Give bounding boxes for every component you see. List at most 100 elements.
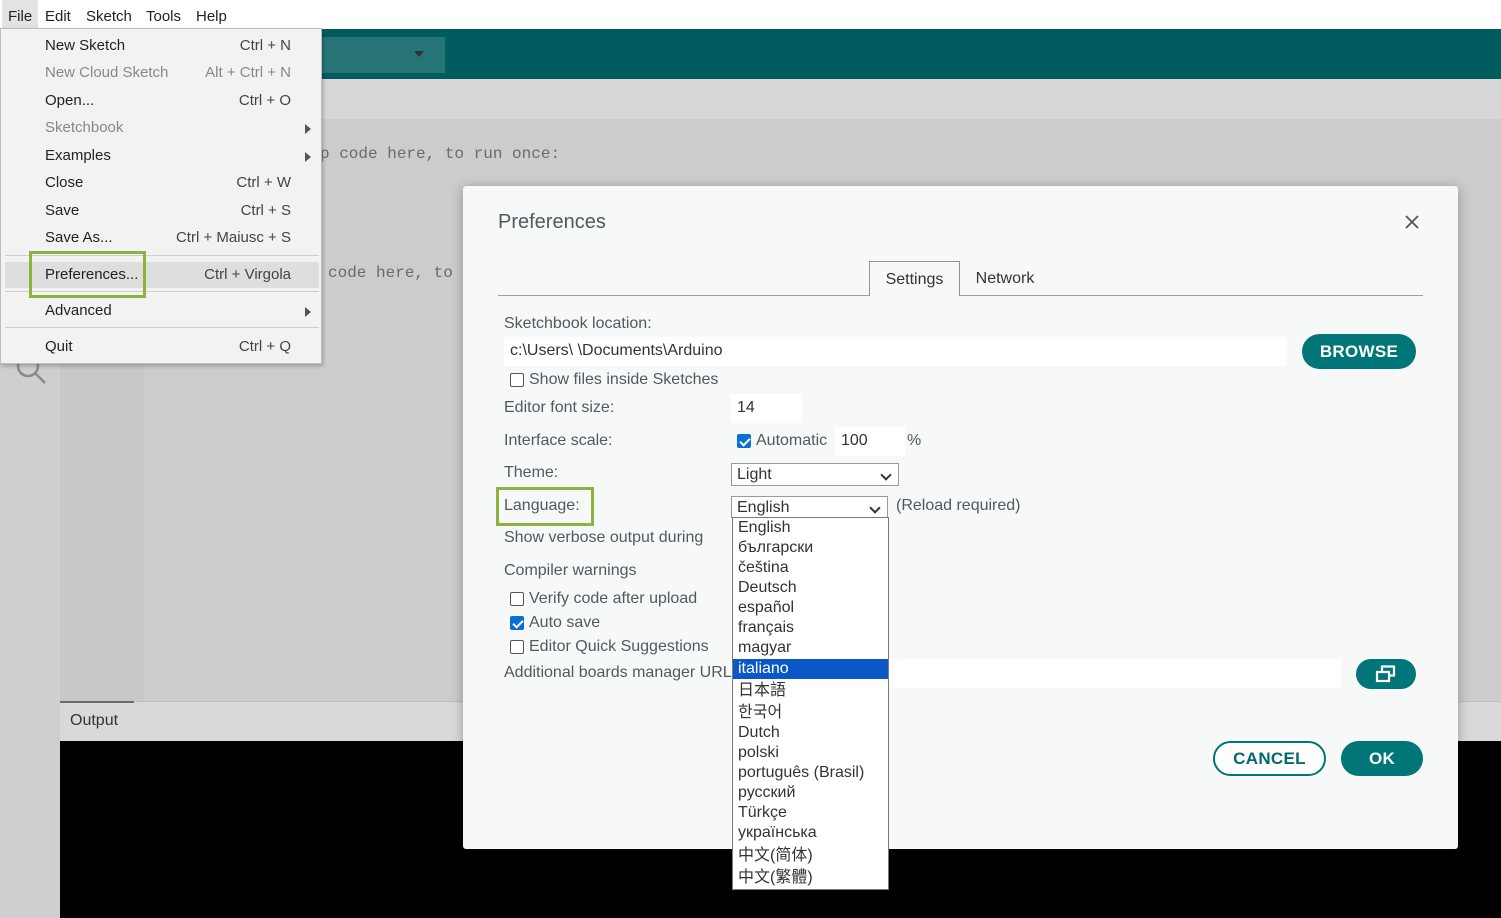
menu-item-shortcut: Ctrl + W bbox=[236, 174, 291, 191]
menu-item-quit[interactable]: Quit Ctrl + Q bbox=[5, 334, 319, 360]
chevron-right-icon bbox=[305, 152, 311, 162]
menu-item-label: Open... bbox=[45, 92, 95, 109]
language-option-selected[interactable]: italiano bbox=[733, 659, 888, 679]
font-size-input[interactable]: 14 bbox=[731, 394, 802, 423]
automatic-label: Automatic bbox=[756, 432, 828, 449]
cancel-button[interactable]: CANCEL bbox=[1213, 741, 1326, 776]
chevron-down-icon bbox=[880, 469, 892, 481]
highlight-preferences bbox=[29, 251, 146, 298]
auto-save-label: Auto save bbox=[529, 614, 601, 631]
language-option[interactable]: български bbox=[733, 538, 888, 558]
percent-label: % bbox=[907, 432, 922, 449]
language-option[interactable]: čeština bbox=[733, 558, 888, 578]
sketchbook-location-label: Sketchbook location: bbox=[504, 315, 652, 332]
sketchbook-location-input[interactable]: c:\Users\ \Documents\Arduino bbox=[504, 337, 1287, 366]
code-line: code here, to bbox=[328, 264, 453, 282]
menu-item-close[interactable]: Close Ctrl + W bbox=[5, 170, 319, 196]
language-option[interactable]: Türkçe bbox=[733, 803, 888, 823]
menu-item-label: Examples bbox=[45, 147, 111, 164]
boards-manager-input[interactable] bbox=[889, 659, 1341, 688]
output-label: Output bbox=[70, 712, 119, 729]
menu-sketch[interactable]: Sketch bbox=[80, 0, 138, 29]
language-option[interactable]: français bbox=[733, 618, 888, 638]
menu-item-label: Save As... bbox=[45, 229, 113, 246]
board-selector[interactable] bbox=[312, 37, 445, 73]
menu-item-label: Sketchbook bbox=[45, 119, 124, 136]
menu-item-label: Save bbox=[45, 202, 80, 219]
menu-item-label: New Cloud Sketch bbox=[45, 64, 169, 81]
language-option[interactable]: 中文(繁體) bbox=[733, 868, 888, 888]
quick-suggestions-checkbox[interactable] bbox=[510, 640, 524, 654]
ok-button[interactable]: OK bbox=[1341, 741, 1423, 776]
theme-value: Light bbox=[737, 466, 772, 483]
language-value: English bbox=[737, 499, 790, 516]
verbose-output-label: Show verbose output during bbox=[504, 529, 704, 546]
auto-save-checkbox[interactable] bbox=[510, 616, 524, 630]
language-option[interactable]: Deutsch bbox=[733, 578, 888, 598]
show-files-label: Show files inside Sketches bbox=[529, 371, 719, 388]
language-option[interactable]: magyar bbox=[733, 638, 888, 658]
font-size-label: Editor font size: bbox=[504, 399, 615, 416]
menu-item-shortcut: Ctrl + Q bbox=[238, 338, 291, 355]
menu-item-shortcut: Ctrl + Maiusc + S bbox=[175, 229, 291, 246]
chevron-down-icon bbox=[869, 502, 881, 514]
menu-item-label: Quit bbox=[45, 338, 73, 355]
browse-button[interactable]: BROWSE bbox=[1302, 334, 1416, 369]
menu-item-label: Advanced bbox=[45, 302, 112, 319]
menu-item-shortcut: Ctrl + O bbox=[238, 92, 291, 109]
theme-label: Theme: bbox=[504, 464, 559, 481]
quick-suggestions-label: Editor Quick Suggestions bbox=[529, 638, 709, 655]
tab-settings[interactable]: Settings bbox=[869, 261, 960, 296]
language-option[interactable]: polski bbox=[733, 743, 888, 763]
theme-select[interactable]: Light bbox=[731, 463, 899, 486]
language-option[interactable]: Dutch bbox=[733, 723, 888, 743]
menu-edit[interactable]: Edit bbox=[39, 0, 77, 29]
chevron-right-icon bbox=[305, 124, 311, 134]
menu-file[interactable]: File bbox=[2, 0, 39, 29]
language-option[interactable]: 中文(简体) bbox=[733, 846, 888, 866]
language-option[interactable]: English bbox=[733, 518, 888, 538]
scale-value: 100 bbox=[841, 432, 868, 449]
chevron-right-icon bbox=[305, 307, 311, 317]
chevron-down-icon[interactable] bbox=[414, 51, 424, 57]
menu-bar: File Edit Sketch Tools Help bbox=[0, 0, 1501, 29]
menu-item-new-sketch[interactable]: New Sketch Ctrl + N bbox=[5, 33, 319, 59]
sketchbook-path: c:\Users\ \Documents\Arduino bbox=[510, 342, 723, 359]
language-dropdown-list: English български čeština Deutsch españo… bbox=[732, 517, 889, 890]
automatic-scale-checkbox[interactable] bbox=[737, 434, 751, 448]
menu-item-open[interactable]: Open... Ctrl + O bbox=[5, 88, 319, 114]
menu-tools[interactable]: Tools bbox=[140, 0, 187, 29]
close-icon[interactable] bbox=[1400, 210, 1424, 234]
menu-item-save-as[interactable]: Save As... Ctrl + Maiusc + S bbox=[5, 225, 319, 251]
tab-network[interactable]: Network bbox=[960, 261, 1050, 296]
open-urls-button[interactable] bbox=[1356, 659, 1416, 689]
scale-input[interactable]: 100 bbox=[835, 427, 905, 456]
boards-manager-label: Additional boards manager URL bbox=[504, 664, 732, 681]
menu-item-shortcut: Ctrl + N bbox=[239, 37, 291, 54]
font-size-value: 14 bbox=[737, 399, 755, 416]
language-option[interactable]: русский bbox=[733, 783, 888, 803]
menu-item-save[interactable]: Save Ctrl + S bbox=[5, 198, 319, 224]
compiler-warnings-label: Compiler warnings bbox=[504, 562, 637, 579]
menu-item-advanced[interactable]: Advanced bbox=[5, 298, 319, 324]
menu-item-shortcut: Ctrl + Virgola bbox=[204, 266, 291, 283]
menu-item-label: New Sketch bbox=[45, 37, 126, 54]
verify-checkbox[interactable] bbox=[510, 592, 524, 606]
menu-item-label: Close bbox=[45, 174, 84, 191]
language-option[interactable]: українська bbox=[733, 823, 888, 843]
language-option[interactable]: português (Brasil) bbox=[733, 763, 888, 783]
language-option[interactable]: 日本語 bbox=[733, 681, 888, 701]
menu-item-new-cloud-sketch[interactable]: New Cloud Sketch Alt + Ctrl + N bbox=[5, 60, 319, 86]
language-select[interactable]: English bbox=[731, 496, 888, 518]
menu-help[interactable]: Help bbox=[190, 0, 233, 29]
window-restore-icon bbox=[1375, 665, 1396, 683]
menu-item-sketchbook[interactable]: Sketchbook bbox=[5, 115, 319, 141]
menu-item-shortcut: Ctrl + S bbox=[240, 202, 291, 219]
highlight-language bbox=[496, 487, 594, 526]
code-line: p code here, to run once: bbox=[320, 145, 561, 163]
menu-item-examples[interactable]: Examples bbox=[5, 143, 319, 169]
language-option[interactable]: 한국어 bbox=[733, 703, 888, 723]
interface-scale-label: Interface scale: bbox=[504, 432, 613, 449]
show-files-checkbox[interactable] bbox=[510, 373, 524, 387]
language-option[interactable]: español bbox=[733, 598, 888, 618]
